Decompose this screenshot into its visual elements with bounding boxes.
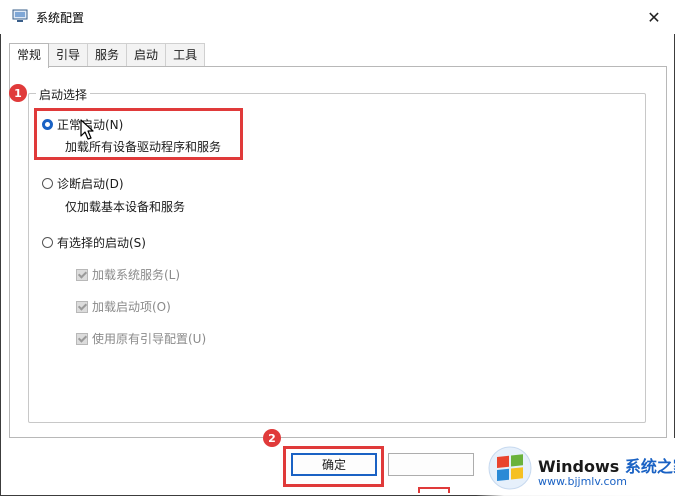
windows-logo-icon <box>488 446 532 490</box>
annotation-badge-2: 2 <box>263 429 281 447</box>
load-startup-items-label: 加载启动项(O) <box>92 300 171 314</box>
close-icon: ✕ <box>647 7 661 27</box>
watermark: Windows 系统之家 www.bjjmlv.com <box>476 438 675 496</box>
title-bar: 系统配置 ✕ <box>0 0 675 34</box>
diagnostic-startup-description: 仅加载基本设备和服务 <box>65 200 186 214</box>
watermark-site-name: 系统之家 <box>624 457 675 476</box>
load-system-services-checkbox <box>76 268 88 281</box>
close-button[interactable]: ✕ <box>637 2 671 32</box>
watermark-brand: Windows 系统之家 <box>538 453 675 477</box>
watermark-brand-windows: Windows <box>538 457 620 476</box>
load-startup-items-option: 加载启动项(O) <box>76 298 171 315</box>
annotation-highlight-normal-startup <box>34 108 243 160</box>
use-original-boot-config-checkbox <box>76 332 88 345</box>
selective-startup-label: 有选择的启动(S) <box>57 236 146 250</box>
window-title: 系统配置 <box>36 11 85 25</box>
group-legend: 启动选择 <box>36 86 91 103</box>
selective-startup-radio[interactable] <box>42 237 53 248</box>
diagnostic-startup-label: 诊断启动(D) <box>57 177 124 191</box>
tab-boot[interactable]: 引导 <box>48 43 89 66</box>
tab-startup[interactable]: 启动 <box>126 43 167 66</box>
use-original-boot-config-label: 使用原有引导配置(U) <box>92 332 207 346</box>
load-startup-items-checkbox <box>76 300 88 313</box>
selective-startup-option[interactable]: 有选择的启动(S) <box>42 234 146 251</box>
load-system-services-option: 加载系统服务(L) <box>76 266 180 283</box>
tab-general[interactable]: 常规 <box>9 43 50 68</box>
cancel-button[interactable] <box>388 453 474 476</box>
load-system-services-label: 加载系统服务(L) <box>92 268 181 282</box>
tab-services[interactable]: 服务 <box>87 43 128 66</box>
annotation-highlight-ok-button <box>283 446 384 487</box>
annotation-highlight-partial <box>418 487 450 493</box>
diagnostic-startup-radio[interactable] <box>42 178 53 189</box>
use-original-boot-config-option: 使用原有引导配置(U) <box>76 330 206 347</box>
system-config-icon <box>12 9 28 22</box>
watermark-url: www.bjjmlv.com <box>538 475 627 488</box>
diagnostic-startup-option[interactable]: 诊断启动(D) <box>42 175 124 192</box>
tab-tools[interactable]: 工具 <box>165 43 206 66</box>
annotation-badge-1: 1 <box>9 84 27 102</box>
tab-strip: 常规 引导 服务 启动 工具 <box>9 43 206 68</box>
